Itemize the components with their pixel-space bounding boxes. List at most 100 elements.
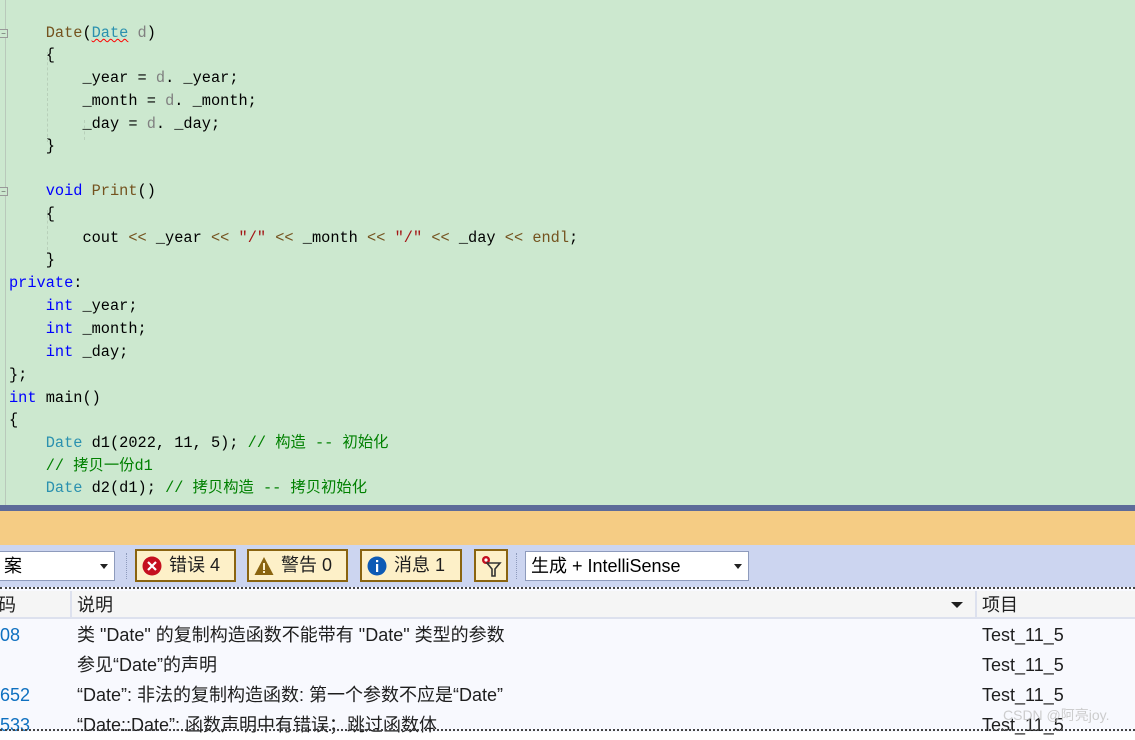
code-token: void — [45, 182, 83, 200]
indent-guide — [47, 210, 48, 250]
code-token: _month; — [73, 320, 147, 338]
indent-guide — [47, 52, 48, 142]
code-token: d1(2022, 11, 5); — [82, 434, 248, 452]
collapse-icon[interactable]: − — [0, 187, 8, 196]
cell-code[interactable]: 08 — [0, 620, 20, 650]
warning-icon — [254, 557, 274, 575]
code-line[interactable]: }; — [9, 364, 27, 387]
code-token: { — [9, 411, 19, 429]
code-token: "/" — [238, 229, 267, 247]
code-line[interactable]: { — [9, 44, 55, 67]
table-row[interactable]: 参见“Date”的声明 Test_11_5 — [0, 650, 1135, 680]
code-token: : — [73, 274, 83, 292]
code-line[interactable]: Date d2(d1); // 拷贝构造 -- 拷贝初始化 — [9, 477, 367, 500]
code-token: _day = — [82, 115, 147, 133]
header-project[interactable]: 项目 — [982, 591, 1018, 619]
code-token: << — [504, 229, 524, 247]
code-token: private — [9, 274, 74, 292]
filter-toggle-button[interactable] — [474, 549, 508, 582]
code-token: main() — [36, 389, 101, 407]
code-token: _year — [146, 229, 211, 247]
code-token: d — [128, 24, 147, 42]
code-token: _year = — [82, 69, 156, 87]
errors-label: 错误 4 — [169, 555, 221, 575]
code-token: d — [146, 115, 156, 133]
header-description[interactable]: 说明 — [77, 591, 113, 619]
code-token: d2(d1); — [82, 479, 166, 497]
code-line[interactable]: int _day; — [9, 341, 129, 364]
error-list-table: 码 说明 项目 08 类 "Date" 的复制构造函数不能带有 "Date" 类型… — [0, 587, 1135, 735]
code-line[interactable]: { — [9, 409, 18, 432]
code-token: int — [9, 389, 37, 407]
code-line[interactable]: private: — [9, 272, 82, 295]
cell-project: Test_11_5 — [982, 655, 1064, 675]
table-row[interactable]: 08 类 "Date" 的复制构造函数不能带有 "Date" 类型的参数 Test_… — [0, 620, 1135, 650]
code-token: _year; — [73, 297, 138, 315]
header-code[interactable]: 码 — [0, 591, 16, 619]
code-token: int — [45, 343, 74, 361]
code-token: Date — [91, 24, 129, 42]
warnings-filter-button[interactable]: 警告 0 — [247, 549, 348, 582]
code-line[interactable]: } — [9, 249, 55, 272]
table-row[interactable]: 652 “Date”: 非法的复制构造函数: 第一个参数不应是“Date” Test… — [0, 680, 1135, 710]
code-token: << — [128, 229, 147, 247]
indent-guide — [84, 120, 85, 140]
scope-dropdown[interactable]: 案 — [0, 551, 115, 581]
code-token: cout — [82, 229, 129, 247]
error-list-toolbar: 案 错误 4 警告 0 消息 1 生成 + IntelliSense — [0, 545, 1135, 587]
table-row[interactable]: 533 “Date::Date”: 函数声明中有错误；跳过函数体 Test_11_5 — [0, 710, 1135, 740]
code-line[interactable]: int _year; — [9, 295, 138, 318]
code-line[interactable]: _year = d. _year; — [9, 67, 239, 90]
code-line[interactable]: cout << _year << "/" << _month << "/" <<… — [9, 227, 578, 250]
cell-description: “Date::Date”: 函数声明中有错误；跳过函数体 — [77, 715, 438, 735]
source-dropdown[interactable]: 生成 + IntelliSense — [525, 551, 749, 581]
cell-code[interactable]: 652 — [0, 680, 30, 710]
code-line[interactable]: _day = d. _day; — [9, 113, 220, 136]
code-token: Print — [91, 182, 138, 200]
code-token: endl — [532, 229, 570, 247]
cell-code[interactable]: 533 — [0, 710, 30, 740]
code-line[interactable]: Date d1(2022, 11, 5); // 构造 -- 初始化 — [9, 432, 389, 455]
code-line[interactable]: Date(Date d) — [9, 22, 156, 45]
code-line[interactable]: { — [9, 203, 55, 226]
collapse-icon[interactable]: − — [0, 29, 8, 38]
error-icon — [142, 556, 162, 576]
separator — [126, 553, 127, 579]
code-line[interactable]: } — [9, 135, 55, 158]
cell-description: “Date”: 非法的复制构造函数: 第一个参数不应是“Date” — [77, 685, 504, 705]
code-token: << — [275, 229, 294, 247]
messages-filter-button[interactable]: 消息 1 — [360, 549, 462, 582]
code-token: << — [210, 229, 230, 247]
code-token: . _day; — [155, 115, 221, 133]
errors-filter-button[interactable]: 错误 4 — [135, 549, 236, 582]
column-resizer[interactable] — [975, 591, 977, 619]
code-line[interactable]: int main() — [9, 387, 101, 410]
column-resizer[interactable] — [70, 591, 72, 619]
code-token: int — [45, 320, 74, 338]
messages-label: 消息 1 — [394, 555, 446, 575]
code-token: Date — [45, 24, 83, 42]
code-token: Date — [45, 479, 83, 497]
code-line[interactable]: // 拷贝一份d1 — [9, 455, 153, 478]
code-token: _day — [449, 229, 505, 247]
code-line[interactable]: int _month; — [9, 318, 147, 341]
code-token: () — [137, 182, 156, 200]
sort-arrow-icon[interactable] — [951, 602, 963, 608]
code-token: // 拷贝构造 -- 拷贝初始化 — [165, 479, 367, 497]
code-editor[interactable]: Date(Date d) { _year = d. _year; _month … — [0, 0, 1135, 505]
scope-value: 案 — [4, 556, 22, 576]
code-line[interactable]: void Print() — [9, 180, 156, 203]
code-token: int — [45, 297, 74, 315]
code-token: . _year; — [165, 69, 239, 87]
